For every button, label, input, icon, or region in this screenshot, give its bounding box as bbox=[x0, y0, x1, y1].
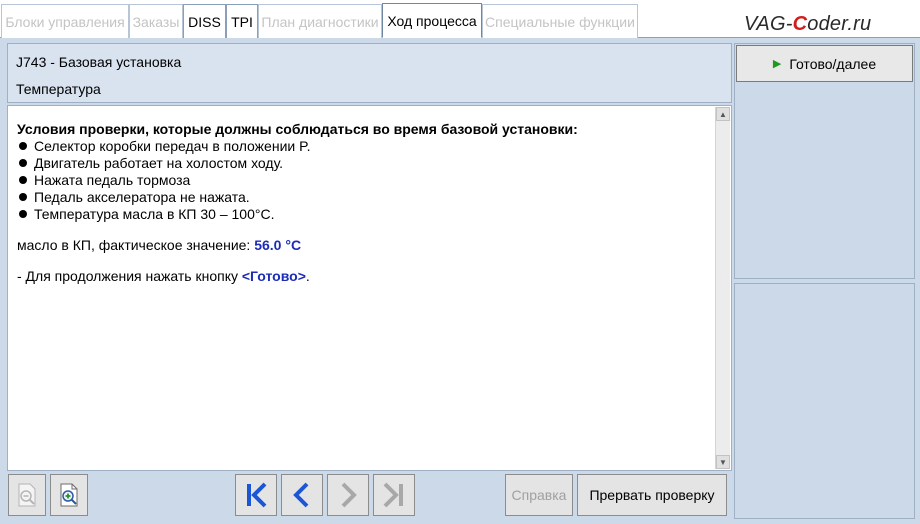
scroll-up-icon[interactable]: ▲ bbox=[716, 107, 730, 121]
site-logo: VAG-Coder.ru bbox=[744, 13, 872, 35]
measured-value: 56.0 °C bbox=[254, 237, 302, 253]
header-panel: J743 - Базовая установка Температура bbox=[7, 43, 732, 103]
first-page-icon bbox=[247, 482, 267, 508]
continue-hint: - Для продолжения нажать кнопку <Готово>… bbox=[17, 268, 310, 284]
last-page-icon bbox=[383, 482, 403, 508]
tab-diss[interactable]: DISS bbox=[183, 4, 226, 38]
last-page-button[interactable] bbox=[373, 474, 415, 516]
instruction-panel: Условия проверки, которые должны соблюда… bbox=[7, 105, 732, 471]
previous-button[interactable] bbox=[281, 474, 323, 516]
next-button[interactable] bbox=[327, 474, 369, 516]
tab-special-functions[interactable]: Специальные функции bbox=[482, 4, 638, 38]
ready-next-button[interactable]: ▶ Готово/далее bbox=[736, 45, 913, 82]
help-button[interactable]: Справка bbox=[505, 474, 573, 516]
vertical-scrollbar[interactable]: ▲ ▼ bbox=[715, 107, 730, 469]
first-page-button[interactable] bbox=[235, 474, 277, 516]
tab-diagnostic-plan[interactable]: План диагностики bbox=[258, 4, 382, 38]
tab-bar: Блоки управления Заказы DISS TPI План ди… bbox=[0, 0, 920, 38]
instruction-text: Условия проверки, которые должны соблюда… bbox=[17, 121, 707, 285]
play-icon: ▶ bbox=[772, 58, 782, 70]
page-title: J743 - Базовая установка bbox=[16, 54, 182, 70]
condition-item: Двигатель работает на холостом ходу. bbox=[17, 155, 707, 172]
scroll-down-icon[interactable]: ▼ bbox=[716, 455, 730, 469]
tab-tpi[interactable]: TPI bbox=[226, 4, 258, 38]
zoom-out-icon bbox=[18, 483, 36, 507]
measured-value-line: масло в КП, фактическое значение: 56.0 °… bbox=[17, 237, 707, 254]
previous-icon bbox=[293, 482, 309, 508]
conditions-heading: Условия проверки, которые должны соблюда… bbox=[17, 121, 578, 137]
zoom-in-icon bbox=[60, 483, 78, 507]
zoom-out-button[interactable] bbox=[8, 474, 46, 516]
next-icon bbox=[341, 482, 357, 508]
tab-process[interactable]: Ход процесса bbox=[382, 3, 482, 38]
right-action-panel: ▶ Готово/далее bbox=[734, 43, 915, 279]
condition-item: Нажата педаль тормоза bbox=[17, 172, 707, 189]
tab-orders[interactable]: Заказы bbox=[129, 4, 183, 38]
tab-control-units[interactable]: Блоки управления bbox=[1, 4, 129, 38]
zoom-in-button[interactable] bbox=[50, 474, 88, 516]
conditions-list: Селектор коробки передач в положении P. … bbox=[17, 138, 707, 223]
ready-next-label: Готово/далее bbox=[789, 55, 877, 72]
ready-button-reference: <Готово> bbox=[241, 268, 306, 284]
condition-item: Педаль акселератора не нажата. bbox=[17, 189, 707, 206]
page-subtitle: Температура bbox=[16, 81, 101, 97]
condition-item: Температура масла в КП 30 – 100°C. bbox=[17, 206, 707, 223]
measured-value-label: масло в КП, фактическое значение: bbox=[17, 237, 255, 253]
condition-item: Селектор коробки передач в положении P. bbox=[17, 138, 707, 155]
abort-check-button[interactable]: Прервать проверку bbox=[577, 474, 727, 516]
right-info-panel bbox=[734, 283, 915, 519]
bottom-toolbar: Справка Прервать проверку bbox=[7, 472, 732, 520]
